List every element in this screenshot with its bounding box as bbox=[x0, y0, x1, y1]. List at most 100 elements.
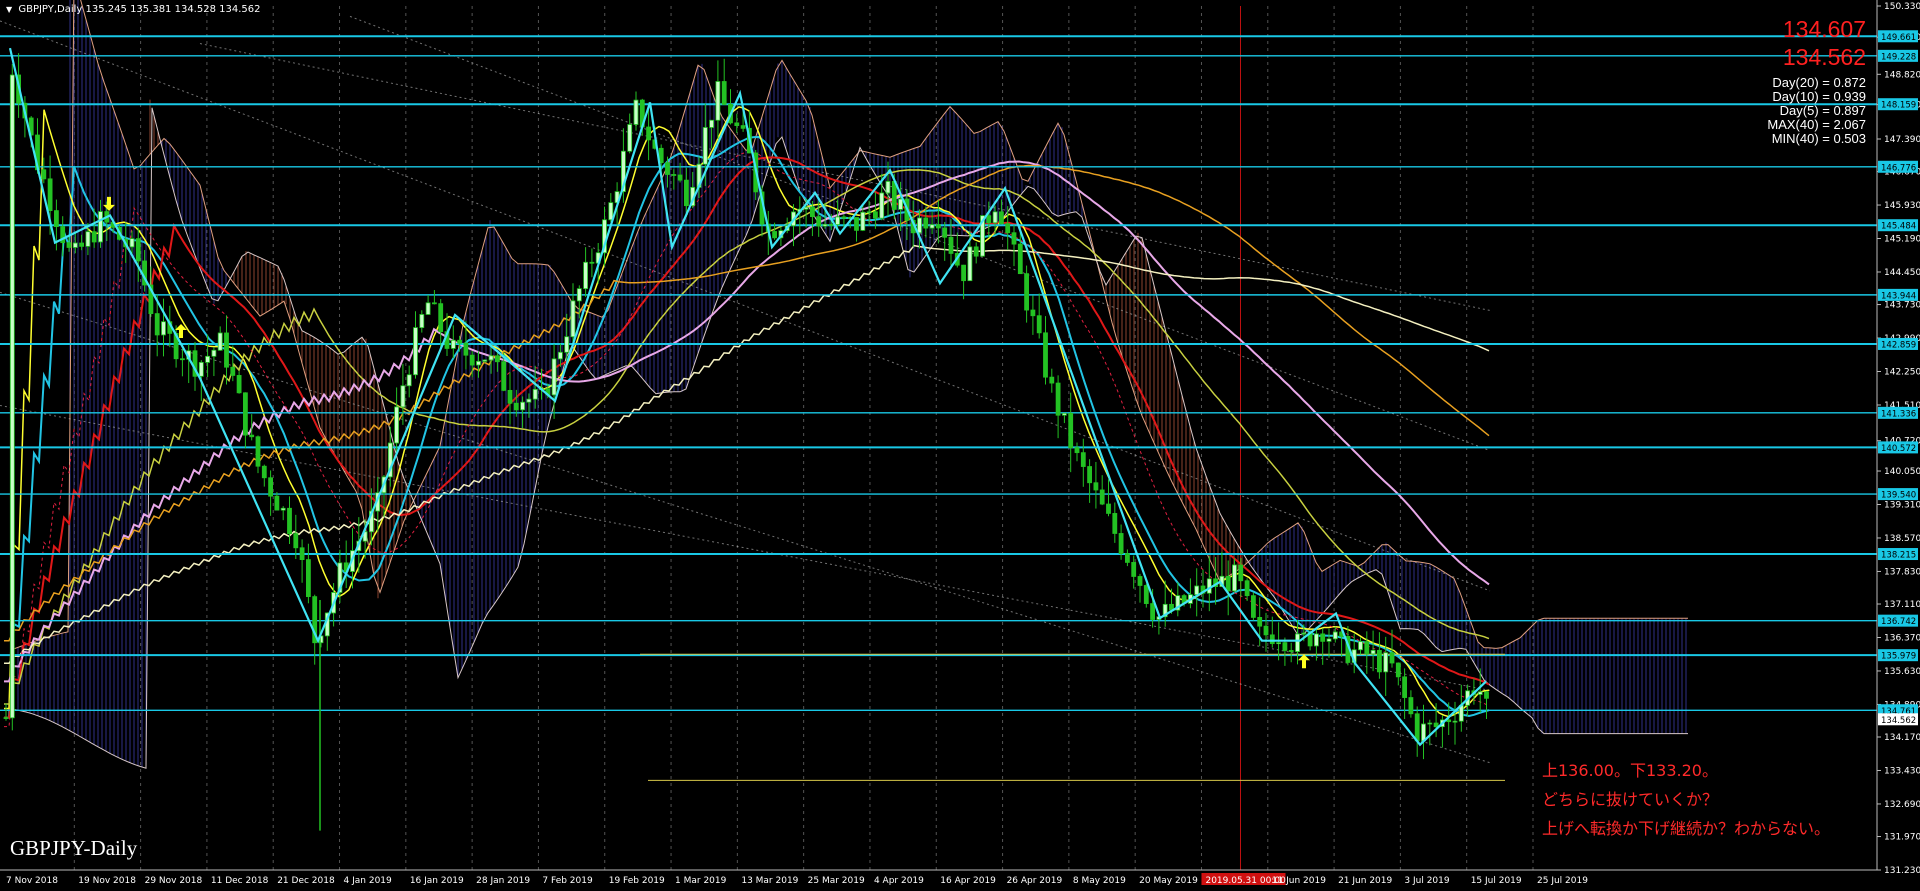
candle-body bbox=[740, 125, 746, 129]
candle-body bbox=[873, 211, 878, 219]
candle-body bbox=[835, 216, 840, 225]
candle-body bbox=[54, 210, 59, 228]
candle-body bbox=[841, 216, 847, 219]
level-label: 145.484 bbox=[1881, 222, 1916, 232]
note-direction: 上げへ転換か下げ継続か？わからない。 bbox=[1542, 819, 1831, 838]
candle-body bbox=[179, 358, 185, 361]
price-tick-label: 140.050 bbox=[1884, 467, 1920, 477]
level-label: 136.742 bbox=[1881, 617, 1916, 627]
candle-body bbox=[627, 124, 633, 152]
candle-body bbox=[242, 392, 248, 436]
candle-body bbox=[1452, 720, 1458, 723]
time-label: 13 Mar 2019 bbox=[741, 876, 798, 886]
dropdown-triangle-icon[interactable]: ▼ bbox=[6, 5, 12, 14]
candle-body bbox=[822, 223, 828, 227]
candle-body bbox=[1112, 513, 1118, 534]
candle-body bbox=[1143, 585, 1149, 604]
candle-body bbox=[205, 355, 211, 363]
candle-body bbox=[299, 547, 305, 561]
level-label: 139.540 bbox=[1881, 491, 1916, 501]
price-tick-label: 147.390 bbox=[1884, 135, 1920, 145]
candle-body bbox=[898, 198, 903, 210]
candle-body bbox=[79, 242, 84, 247]
candle-body bbox=[419, 314, 425, 329]
candle-body bbox=[1125, 553, 1130, 563]
candle-body bbox=[129, 238, 135, 248]
candle-body bbox=[236, 375, 242, 394]
candle-body bbox=[1036, 315, 1042, 334]
price-tick-label: 145.930 bbox=[1884, 201, 1920, 211]
candle-body bbox=[230, 366, 236, 376]
candle-body bbox=[665, 162, 670, 175]
candle-body bbox=[450, 339, 456, 349]
candle-body bbox=[1030, 309, 1036, 317]
candle-body bbox=[211, 349, 217, 357]
candle-body bbox=[999, 211, 1004, 225]
level-label: 148.159 bbox=[1881, 101, 1916, 111]
note-question: どちらに抜けていくか？ bbox=[1542, 790, 1719, 809]
price-tick-label: 134.170 bbox=[1884, 733, 1920, 743]
candle-body bbox=[1295, 633, 1300, 652]
candle-body bbox=[425, 302, 431, 315]
time-label: 16 Apr 2019 bbox=[940, 876, 996, 886]
time-label: 7 Feb 2019 bbox=[542, 876, 593, 886]
candle-body bbox=[860, 211, 866, 231]
candle-body bbox=[532, 388, 538, 400]
candle-body bbox=[646, 126, 651, 141]
time-label: 8 May 2019 bbox=[1073, 876, 1126, 886]
candle-body bbox=[1282, 642, 1288, 651]
candle-body bbox=[1232, 564, 1237, 592]
candle-body bbox=[1150, 603, 1155, 620]
candle-body bbox=[85, 231, 91, 247]
price-tick-label: 143.730 bbox=[1884, 301, 1920, 311]
candle-body bbox=[249, 434, 255, 438]
time-label: 3 Jul 2019 bbox=[1404, 876, 1449, 886]
candle-body bbox=[72, 242, 78, 248]
candle-body bbox=[1244, 580, 1250, 597]
candle-body bbox=[1024, 273, 1029, 311]
candle-body bbox=[671, 174, 677, 176]
candle-body bbox=[1433, 722, 1439, 728]
candle-body bbox=[1414, 713, 1420, 742]
candle-body bbox=[702, 127, 708, 165]
candle-body bbox=[558, 351, 563, 360]
candle-body bbox=[936, 224, 941, 229]
candle-body bbox=[973, 246, 979, 257]
level-label: 146.776 bbox=[1881, 163, 1916, 173]
candle-body bbox=[917, 217, 922, 234]
candle-body bbox=[1131, 562, 1137, 577]
price-tick-label: 144.450 bbox=[1884, 268, 1920, 278]
candle-body bbox=[1364, 641, 1370, 655]
candle-body bbox=[1118, 533, 1124, 554]
candle-body bbox=[986, 215, 992, 224]
candle-body bbox=[633, 99, 639, 125]
price-ask: 134.562 bbox=[1782, 44, 1866, 70]
candle-body bbox=[772, 231, 777, 239]
candle-body bbox=[879, 192, 885, 219]
candle-body bbox=[1477, 691, 1483, 695]
level-label: 149.661 bbox=[1881, 33, 1916, 43]
price-tick-label: 131.970 bbox=[1884, 833, 1920, 843]
candle-body bbox=[1427, 722, 1433, 725]
candle-body bbox=[1194, 585, 1200, 596]
candle-body bbox=[154, 313, 160, 336]
candle-body bbox=[413, 327, 418, 376]
candle-body bbox=[1068, 412, 1074, 449]
stat-day5: Day(5) = 0.897 bbox=[1779, 103, 1866, 118]
candle-body bbox=[3, 717, 9, 719]
candle-body bbox=[9, 74, 15, 719]
candle-body bbox=[1238, 564, 1244, 582]
candle-body bbox=[551, 358, 557, 396]
candle-body bbox=[1320, 633, 1326, 642]
candle-body bbox=[224, 332, 229, 368]
time-label: 19 Nov 2018 bbox=[78, 876, 136, 886]
chart-symbol: GBPJPY,Daily bbox=[18, 4, 83, 15]
candle-body bbox=[810, 206, 815, 218]
price-tick-label: 135.630 bbox=[1884, 667, 1920, 677]
time-label: 15 Jul 2019 bbox=[1471, 876, 1522, 886]
candle-body bbox=[1276, 642, 1281, 645]
price-tick-label: 148.820 bbox=[1884, 70, 1920, 80]
candle-body bbox=[520, 401, 525, 411]
candle-body bbox=[431, 302, 437, 305]
candle-body bbox=[1137, 576, 1143, 586]
